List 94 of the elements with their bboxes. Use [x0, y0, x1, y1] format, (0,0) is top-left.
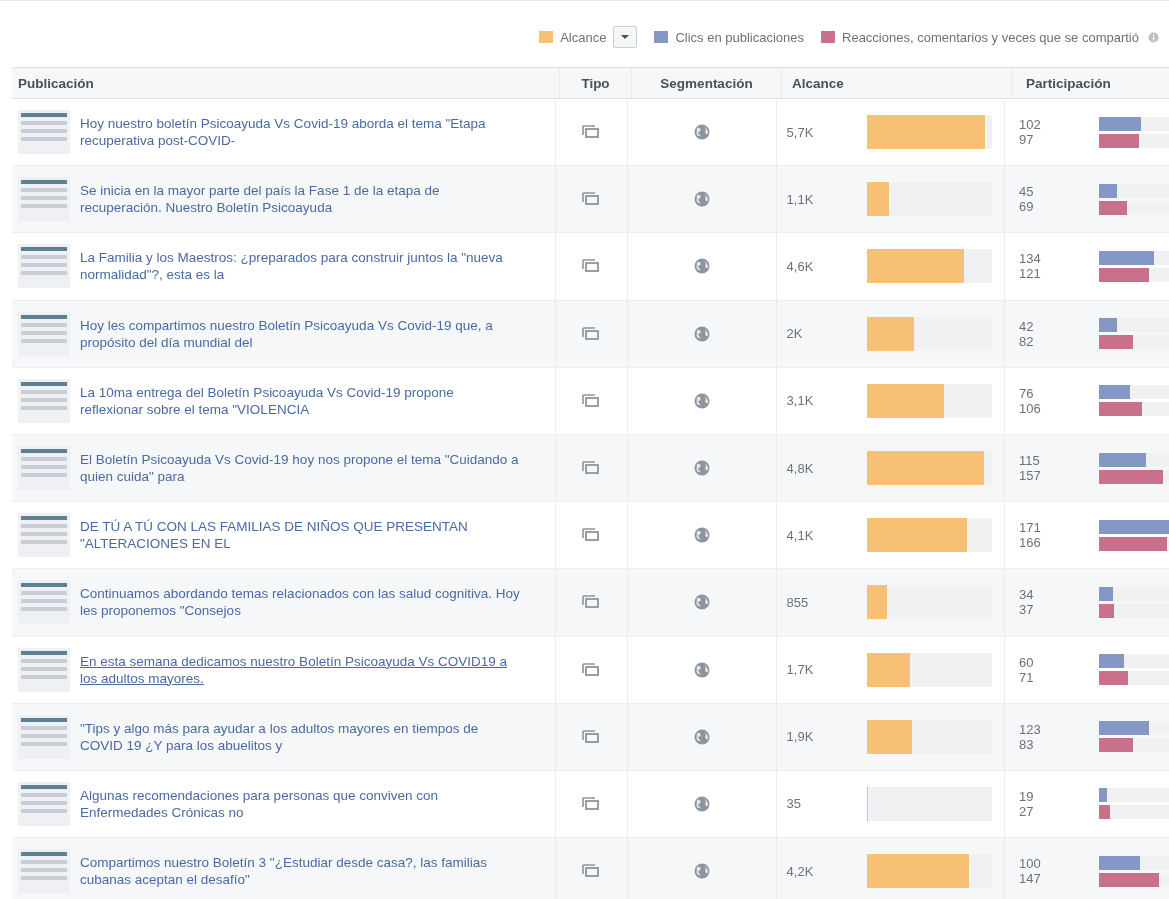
reach-value: 5,7K [786, 124, 815, 140]
globe-icon [693, 124, 710, 141]
clicks-value: 76 [1019, 385, 1035, 401]
reach-value: 4,2K [786, 863, 815, 879]
clicks-value: 100 [1019, 856, 1042, 872]
reach-value: 855 [786, 594, 810, 610]
clicks-value: 19 [1019, 788, 1035, 804]
clicks-value: 42 [1019, 318, 1035, 334]
reach-value: 1,1K [786, 191, 815, 207]
legend-label: Alcance [560, 29, 607, 45]
globe-icon [693, 795, 710, 812]
post-thumbnail[interactable] [18, 177, 70, 222]
dropdown-button[interactable] [613, 26, 638, 48]
column-header[interactable]: Participación [1012, 68, 1169, 98]
post-link[interactable]: En esta semana dedicamos nuestro Boletín Psicoayuda Vs COVID19 a los adultos mayores. [80, 652, 520, 687]
globe-icon [693, 392, 710, 409]
clicks-value: 171 [1019, 520, 1042, 536]
post-link[interactable]: Hoy nuestro boletín Psicoayuda Vs Covid-19 aborda el tema "Etapa recuperativa post-COVID- [80, 115, 520, 150]
post-thumbnail[interactable] [18, 781, 70, 826]
column-header[interactable]: Segmentación [632, 68, 782, 98]
post-thumbnail[interactable] [18, 647, 70, 692]
post-thumbnail[interactable] [18, 446, 70, 491]
globe-icon [693, 863, 710, 880]
post-link[interactable]: DE TÚ A TÚ CON LAS FAMILIAS DE NIÑOS QUE PRESENTAN "ALTERACIONES EN EL [80, 518, 520, 553]
post-link[interactable]: La Familia y los Maestros: ¿preparados para construir juntos la "nueva normalidad"?, esta es la [80, 249, 520, 284]
clicks-value: 34 [1019, 587, 1035, 603]
post-thumbnail[interactable] [18, 714, 70, 759]
globe-icon [693, 325, 710, 342]
caret-icon [620, 34, 631, 40]
globe-icon [693, 728, 710, 745]
reach-value: 3,1K [786, 393, 815, 409]
globe-icon [693, 191, 710, 208]
column-header[interactable]: Publicación [12, 68, 560, 98]
album-icon [582, 461, 601, 476]
reactions-value: 37 [1019, 602, 1035, 618]
post-link[interactable]: Hoy les compartimos nuestro Boletín Psicoayuda Vs Covid-19 que, a propósito del día mundial del [80, 316, 520, 351]
clicks-value: 60 [1019, 654, 1035, 670]
globe-icon [693, 661, 710, 678]
reactions-value: 106 [1019, 400, 1042, 416]
reactions-value: 147 [1019, 871, 1042, 887]
album-icon [582, 864, 601, 879]
album-icon [582, 729, 601, 744]
reactions-value: 121 [1019, 266, 1042, 282]
post-link[interactable]: Continuamos abordando temas relacionados con las salud cognitiva. Hoy les proponemos "Consejos [80, 585, 520, 620]
clicks-value: 134 [1019, 251, 1042, 267]
post-link[interactable]: Se inicia en la mayor parte del país la Fase 1 de la etapa de recuperación. Nuestro Boletín Psicoayuda [80, 182, 520, 217]
column-header[interactable]: Tipo [560, 68, 632, 98]
post-thumbnail[interactable] [18, 513, 70, 558]
post-thumbnail[interactable] [18, 244, 70, 289]
legend-label: Clics en publicaciones [675, 29, 804, 45]
post-link[interactable]: "Tips y algo más para ayudar a los adultos mayores en tiempos de COVID 19 ¿Y para los abuelitos y [80, 719, 520, 754]
globe-icon [693, 594, 710, 611]
reach-value: 4,8K [786, 460, 815, 476]
album-icon [582, 595, 601, 610]
legend-label: Reacciones, comentarios y veces que se compartió [842, 29, 1139, 45]
reactions-value: 157 [1019, 468, 1042, 484]
reach-value: 35 [786, 796, 803, 812]
column-header[interactable]: Alcance [782, 68, 1012, 98]
reactions-value: 166 [1019, 535, 1042, 551]
globe-icon [693, 460, 710, 477]
reach-value: 1,7K [786, 662, 815, 678]
post-link[interactable]: El Boletín Psicoayuda Vs Covid-19 hoy nos propone el tema "Cuidando a quien cuida" para [80, 451, 520, 486]
album-icon [582, 125, 601, 140]
clicks-value: 115 [1019, 453, 1041, 469]
reach-value: 1,9K [786, 729, 815, 745]
post-thumbnail[interactable] [18, 580, 70, 625]
reach-value: 4,1K [786, 527, 815, 543]
reactions-value: 82 [1019, 333, 1035, 349]
album-icon [582, 326, 601, 341]
clicks-value: 123 [1019, 721, 1042, 737]
album-icon [582, 393, 601, 408]
post-thumbnail[interactable] [18, 849, 70, 894]
post-thumbnail[interactable] [18, 311, 70, 356]
reactions-value: 27 [1019, 803, 1035, 819]
post-link[interactable]: Compartimos nuestro Boletín 3 "¿Estudiar desde casa?, las familias cubanas aceptan el desafío" [80, 854, 520, 889]
album-icon [582, 528, 601, 543]
album-icon [582, 259, 601, 274]
globe-icon [693, 258, 710, 275]
album-icon [582, 662, 601, 677]
reactions-value: 83 [1019, 736, 1035, 752]
reach-value: 2K [786, 326, 804, 342]
post-link[interactable]: La 10ma entrega del Boletín Psicoayuda Vs Covid-19 propone reflexionar sobre el tema "VIOLENCIA [80, 383, 520, 418]
album-icon [582, 796, 601, 811]
post-thumbnail[interactable] [18, 110, 70, 155]
reactions-value: 97 [1019, 132, 1035, 148]
album-icon [582, 192, 601, 207]
post-thumbnail[interactable] [18, 378, 70, 423]
clicks-value: 102 [1019, 117, 1042, 133]
reactions-value: 71 [1019, 669, 1035, 685]
post-link[interactable]: Algunas recomendaciones para personas que conviven con Enfermedades Crónicas no [80, 786, 520, 821]
reactions-value: 69 [1019, 199, 1035, 215]
reach-value: 4,6K [786, 258, 815, 274]
clicks-value: 45 [1019, 184, 1035, 200]
globe-icon [693, 527, 710, 544]
